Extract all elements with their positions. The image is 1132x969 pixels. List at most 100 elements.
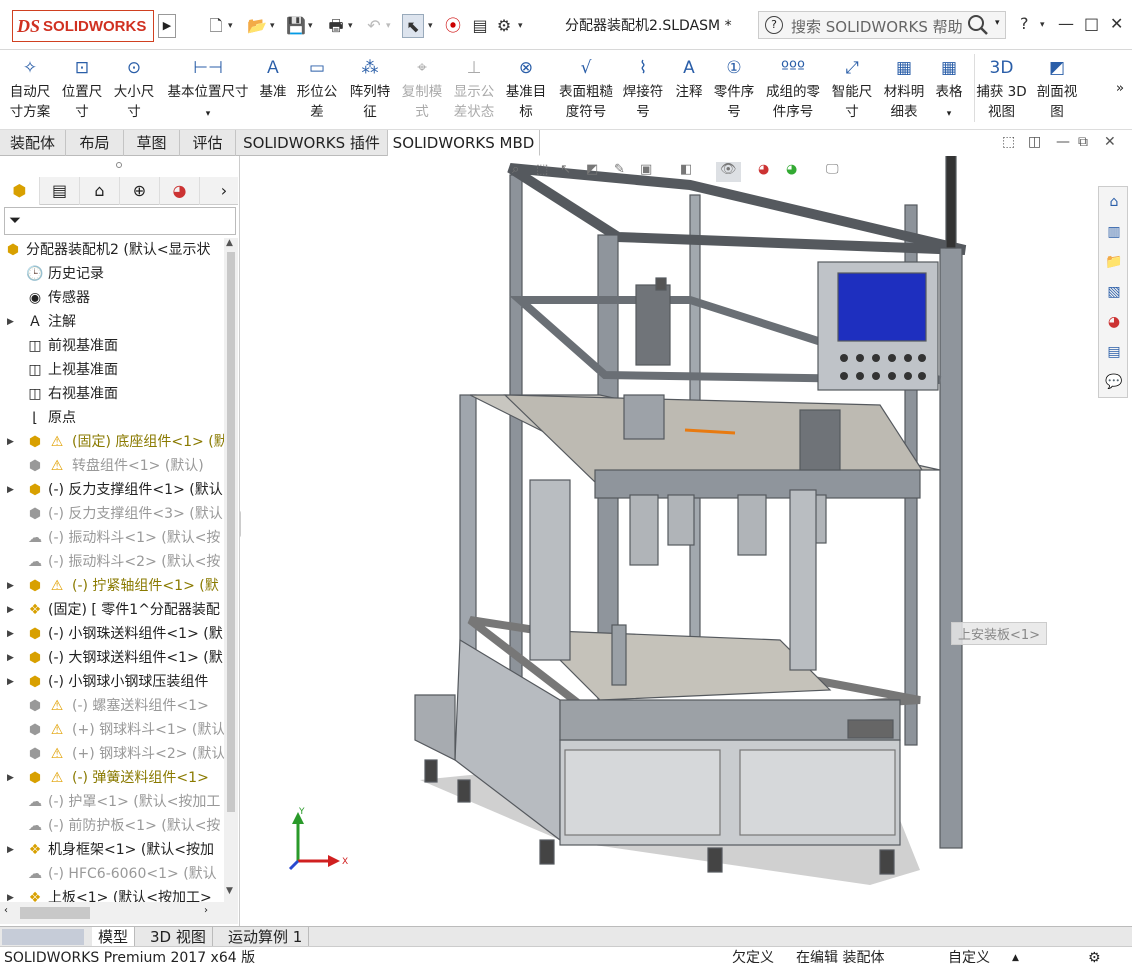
help-menu-button[interactable]: ? xyxy=(1020,14,1029,33)
auto-dimension-button[interactable]: ✧ 自动尺寸方案 xyxy=(6,54,54,122)
tab-evaluate[interactable]: 评估 xyxy=(180,130,236,156)
stacked-balloon-button[interactable]: ººº 成组的零件序号 xyxy=(762,54,824,122)
save-dropdown-icon[interactable]: ▾ xyxy=(308,14,313,38)
smart-dimension-button[interactable]: ⤢ 智能尺寸 xyxy=(828,54,876,122)
viewport-restore-icon[interactable]: ⬚ xyxy=(1002,134,1015,150)
hide-show-items-icon[interactable]: 👁 xyxy=(716,162,741,182)
tree-item[interactable]: ▶ ❖ 机身框架<1> (默认<按加 xyxy=(0,838,224,862)
hscroll-thumb[interactable] xyxy=(20,907,90,919)
balloon-button[interactable]: ① 零件序号 xyxy=(710,54,758,122)
tree-item[interactable]: ▶ ⬢ (-) 小钢珠送料组件<1> (默 xyxy=(0,622,224,646)
expand-arrow-icon[interactable]: ▶ xyxy=(7,310,14,334)
tree-item[interactable]: 🕒 历史记录 xyxy=(0,262,224,286)
zoom-area-icon[interactable]: ⬚ xyxy=(536,162,548,182)
display-manager-tab-icon[interactable]: ◕ xyxy=(160,177,200,205)
surface-finish-button[interactable]: √ 表面粗糙度符号 xyxy=(556,54,616,122)
view-orientation-icon[interactable]: ▣ xyxy=(640,162,652,182)
property-manager-tab-icon[interactable]: ▤ xyxy=(40,177,80,205)
scroll-right-icon[interactable]: › xyxy=(204,905,208,916)
new-dropdown-icon[interactable]: ▾ xyxy=(228,14,233,38)
expand-arrow-icon[interactable]: ▶ xyxy=(7,886,14,902)
datum-target-button[interactable]: ⊗ 基准目标 xyxy=(502,54,550,122)
bom-button[interactable]: ▦ 材料明细表 xyxy=(880,54,928,122)
section-view-hud-icon[interactable]: ◩ xyxy=(586,162,598,182)
tree-item[interactable]: ☁ (-) 前防护板<1> (默认<按 xyxy=(0,814,224,838)
custom-properties-icon[interactable]: ▤ xyxy=(1103,341,1125,363)
tree-item[interactable]: ⬢ ⚠ (+) 钢球料斗<2> (默认 xyxy=(0,742,224,766)
solidworks-resources-icon[interactable]: ⌂ xyxy=(1103,191,1125,213)
tree-item[interactable]: ◫ 上视基准面 xyxy=(0,358,224,382)
tree-item[interactable]: ⬢ ⚠ 转盘组件<1> (默认) xyxy=(0,454,224,478)
tab-layout[interactable]: 布局 xyxy=(66,130,124,156)
status-settings-icon[interactable]: ⚙ xyxy=(1088,947,1101,969)
tree-vertical-scrollbar[interactable]: ▲ ▼ xyxy=(224,238,238,902)
tree-item[interactable]: ◫ 前视基准面 xyxy=(0,334,224,358)
section-view-button[interactable]: ◩ 剖面视图 xyxy=(1032,54,1082,122)
weld-symbol-button[interactable]: ⌇ 焊接符号 xyxy=(620,54,666,122)
tree-item[interactable]: ⬢ ⚠ (-) 螺塞送料组件<1> xyxy=(0,694,224,718)
dynamic-annotation-icon[interactable]: ✎ xyxy=(614,162,625,182)
tab-navigation-icon[interactable] xyxy=(2,929,84,945)
options-gear-icon[interactable]: ⚙ xyxy=(494,14,514,38)
select-dropdown-icon[interactable]: ▾ xyxy=(428,14,433,38)
view-settings-icon[interactable]: 🖵 xyxy=(826,162,839,182)
view-palette-icon[interactable]: ▧ xyxy=(1103,281,1125,303)
scroll-thumb[interactable] xyxy=(227,252,235,812)
location-dimension-button[interactable]: ⊡ 位置尺寸 xyxy=(58,54,106,122)
tree-item[interactable]: ▶ Ａ 注解 xyxy=(0,310,224,334)
expand-arrow-icon[interactable]: ▶ xyxy=(7,478,14,502)
design-library-icon[interactable]: ▥ xyxy=(1103,221,1125,243)
tree-item[interactable]: ⬢ ⚠ (+) 钢球料斗<1> (默认 xyxy=(0,718,224,742)
tree-item[interactable]: ▶ ⬢ ⚠ (-) 拧紧轴组件<1> (默 xyxy=(0,574,224,598)
search-dropdown-icon[interactable]: ▾ xyxy=(995,18,1000,28)
rebuild-traffic-light-icon[interactable]: ⦿ xyxy=(444,14,462,38)
print-icon[interactable]: 🖶 xyxy=(326,14,346,38)
tree-horizontal-scrollbar[interactable]: ‹ › xyxy=(0,902,238,924)
viewport-tile-icon[interactable]: ◫ xyxy=(1028,134,1041,150)
file-properties-icon[interactable]: ▤ xyxy=(470,14,490,38)
open-dropdown-icon[interactable]: ▾ xyxy=(270,14,275,38)
tree-item[interactable]: ◉ 传感器 xyxy=(0,286,224,310)
tree-item[interactable]: ☁ (-) HFC6-6060<1> (默认 xyxy=(0,862,224,886)
scroll-left-icon[interactable]: ‹ xyxy=(4,905,8,916)
tree-item[interactable]: ▶ ❖ (固定) [ 零件1^分配器装配 xyxy=(0,598,224,622)
expand-arrow-icon[interactable]: ▶ xyxy=(7,670,14,694)
expand-arrow-icon[interactable]: ▶ xyxy=(7,430,14,454)
search-icon[interactable] xyxy=(967,14,989,36)
feature-manager-tab-icon[interactable]: ⬢ xyxy=(0,177,40,205)
note-button[interactable]: A 注释 xyxy=(672,54,706,102)
tree-item[interactable]: ⬢ (-) 反力支撑组件<3> (默认 xyxy=(0,502,224,526)
solidworks-logo[interactable]: DS SOLIDWORKS xyxy=(12,10,154,42)
tree-item[interactable]: ▶ ⬢ (-) 大钢球送料组件<1> (默 xyxy=(0,646,224,670)
file-explorer-icon[interactable]: 📁 xyxy=(1103,251,1125,273)
previous-view-icon[interactable]: ↖ xyxy=(560,162,571,182)
expand-arrow-icon[interactable]: ▶ xyxy=(7,574,14,598)
open-icon[interactable]: 📂 xyxy=(246,14,268,38)
print-dropdown-icon[interactable]: ▾ xyxy=(348,14,353,38)
tab-assembly[interactable]: 装配体 xyxy=(0,130,66,156)
tree-root[interactable]: ⬢ 分配器装配机2 (默认<显示状 xyxy=(0,238,224,262)
tab-motion-study[interactable]: 运动算例 1 xyxy=(222,927,310,947)
tree-item[interactable]: ☁ (-) 护罩<1> (默认<按加工 xyxy=(0,790,224,814)
tree-item[interactable]: ◫ 右视基准面 xyxy=(0,382,224,406)
apply-scene-icon[interactable]: ◕ xyxy=(786,162,797,182)
viewport-close-icon[interactable]: ✕ xyxy=(1104,134,1116,150)
graphics-area[interactable]: 上安装板<1> Y X xyxy=(241,125,1097,926)
capture-3d-view-button[interactable]: 3D 捕获 3D 视图 xyxy=(974,54,1028,122)
help-search-box[interactable]: ? 搜索 SOLIDWORKS 帮助 ▾ xyxy=(758,11,1006,39)
tree-item[interactable]: ☁ (-) 振动料斗<1> (默认<按 xyxy=(0,526,224,550)
tab-model[interactable]: 模型 xyxy=(92,927,136,947)
help-dropdown-icon[interactable]: ▾ xyxy=(1040,20,1045,30)
tab-mbd[interactable]: SOLIDWORKS MBD xyxy=(388,130,540,156)
close-button[interactable]: ✕ xyxy=(1110,14,1123,33)
minimize-button[interactable]: — xyxy=(1058,14,1074,33)
expand-arrow-icon[interactable]: ▶ xyxy=(7,766,14,790)
appearances-icon[interactable]: ◕ xyxy=(1103,311,1125,333)
save-icon[interactable]: 💾 xyxy=(286,14,306,38)
expand-arrow-icon[interactable]: ▶ xyxy=(7,622,14,646)
tab-sketch[interactable]: 草图 xyxy=(124,130,180,156)
select-cursor-icon[interactable]: ⬉ xyxy=(402,14,424,38)
units-dropdown-icon[interactable]: ▲ xyxy=(1012,947,1019,969)
new-document-icon[interactable]: 🗋 xyxy=(206,14,226,38)
zoom-to-fit-icon[interactable]: ⌕ xyxy=(512,162,519,182)
